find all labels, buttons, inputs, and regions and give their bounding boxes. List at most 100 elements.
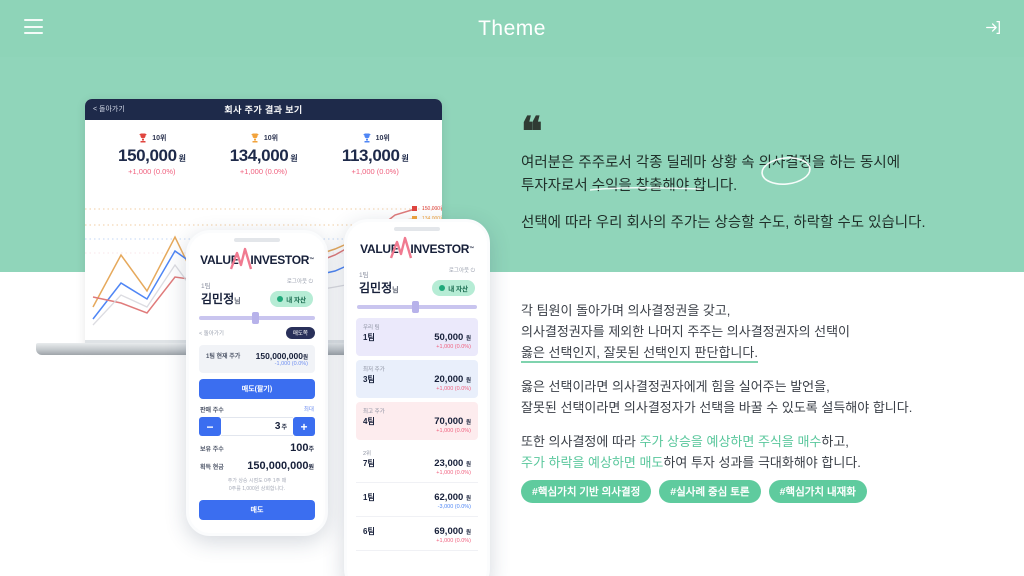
user-name: 김민정님 xyxy=(359,281,399,295)
account-row: 1팀 김민정님 로그아웃 ⏻ 내 자산 xyxy=(347,256,487,296)
stat-delta: +1,000 (0.0%) xyxy=(239,167,288,176)
increment-button[interactable]: + xyxy=(293,417,315,436)
row-team: 7팀 xyxy=(363,459,375,468)
row-amount: 70,000 원 xyxy=(434,416,471,427)
logo-text-investor: INVESTOR xyxy=(410,242,470,256)
my-asset-button[interactable]: 내 자산 xyxy=(432,280,475,296)
row-amount: 20,000 원 xyxy=(434,374,471,385)
app-logo: VALUE INVESTOR ™ xyxy=(189,247,325,270)
decrement-button[interactable]: − xyxy=(199,417,221,436)
body-paragraph-1: 각 팀원이 돌아가며 의사결정권을 갖고, 의사결정권자를 제외한 나머지 주주… xyxy=(521,300,1011,364)
trophy-icon xyxy=(139,133,147,143)
account-actions: 로그아웃 ⏻ 내 자산 xyxy=(432,266,475,296)
logout-link[interactable]: 로그아웃 ⏻ xyxy=(432,266,475,275)
laptop-stats-row: 10위 150,000 원 +1,000 (0.0%) 10위 134,000 원 … xyxy=(85,120,442,182)
list-item[interactable]: 우리 팀 1팀 50,000 원 +1,000 (0.0%) xyxy=(356,318,478,356)
logout-link[interactable]: 로그아웃 ⏻ xyxy=(270,277,313,286)
progress-slider[interactable] xyxy=(357,301,477,313)
row-amount: 23,000 원 xyxy=(434,458,471,469)
tag-chip[interactable]: #핵심가치 기반 의사결정 xyxy=(521,480,652,503)
list-item[interactable]: 최고 주가 4팀 70,000 원 +1,000 (0.0%) xyxy=(356,402,478,440)
list-item[interactable]: 최저 주가 3팀 20,000 원 +1,000 (0.0%) xyxy=(356,360,478,398)
tag-chip[interactable]: #핵심가치 내재화 xyxy=(768,480,867,503)
body-line-2: 의사결정권자를 제외한 나머지 주주는 의사결정권자의 선택이 xyxy=(521,324,851,340)
stat-price: 113,000 원 xyxy=(341,146,409,165)
account-info: 1팀 김민정님 xyxy=(201,280,241,307)
list-item[interactable]: 2위 7팀 23,000 원 +1,000 (0.0%) xyxy=(356,444,478,483)
slider-knob[interactable] xyxy=(412,301,420,313)
row-main: 1팀 62,000 원 xyxy=(363,492,471,503)
body-highlight-2: 주가 하락을 예상하면 매도 xyxy=(521,455,664,471)
row-main: 6팀 69,000 원 xyxy=(363,526,471,537)
hamburger-menu-icon[interactable] xyxy=(24,19,43,34)
row-team: 4팀 xyxy=(363,417,375,426)
row-main: 4팀 70,000 원 xyxy=(363,416,471,427)
cash-value: 150,000,000원 xyxy=(247,460,314,472)
progress-slider[interactable] xyxy=(199,312,315,324)
quote-paragraph-2: 선택에 따라 우리 회사의 주가는 상승할 수도, 하락할 수도 있습니다. xyxy=(521,212,1001,235)
quantity-stepper[interactable]: − 3주 + xyxy=(199,417,315,436)
cash-row: 획득 현금 150,000,000원 xyxy=(189,454,325,472)
row-team: 3팀 xyxy=(363,375,375,384)
helper-note-line1: 주가 상승 시점도 0주 1주 때 xyxy=(227,478,287,484)
current-price-values: 150,000,000원 -1,000 (0.0%) xyxy=(256,351,308,367)
my-asset-button[interactable]: 내 자산 xyxy=(270,291,313,307)
body-text-block: 각 팀원이 돌아가며 의사결정권을 갖고, 의사결정권자를 제외한 나머지 주주… xyxy=(521,300,1011,473)
account-info: 1팀 김민정님 xyxy=(359,269,399,296)
quantity-label-row: 판매 주수 최대 xyxy=(189,399,325,414)
sell-action-button[interactable]: 매도(팔기) xyxy=(199,379,315,399)
row-delta: +1,000 (0.0%) xyxy=(436,538,471,544)
user-name: 김민정님 xyxy=(201,292,241,306)
row-main: 3팀 20,000 원 xyxy=(363,374,471,385)
helper-note: 주가 상승 시점도 0주 1주 때 0주를 1,000원 상회합니다. xyxy=(189,472,325,493)
tag-chip[interactable]: #실사례 중심 토론 xyxy=(659,480,761,503)
quote-line-1: 여러분은 주주로서 각종 딜레마 상황 속 의사결정을 하는 동시에 xyxy=(521,155,901,171)
sub-back-link[interactable]: < 돌아가기 xyxy=(199,329,224,337)
rank-label: 10위 xyxy=(263,135,279,142)
laptop-header: < 돌아가기 회사 주가 결과 보기 xyxy=(85,99,442,120)
row-amount: 69,000 원 xyxy=(434,526,471,537)
phone1-screen: VALUE INVESTOR ™ 1팀 김민정님 로그아웃 ⏻ 내 자산 < 돌… xyxy=(189,233,325,533)
content-column: ❝ 여러분은 주주로서 각종 딜레마 상황 속 의사결정을 하는 동시에 투자자… xyxy=(516,0,1024,576)
list-item[interactable]: 1팀 62,000 원 -3,000 (0.0%) xyxy=(356,487,478,517)
sell-tab-pill[interactable]: 매도쪽 xyxy=(285,327,315,339)
current-price-label: 1팀 현재 주가 xyxy=(206,354,241,360)
row-caption: 최고 주가 xyxy=(363,409,385,415)
phone2-screen: VALUE INVESTOR ™ 1팀 김민정님 로그아웃 ⏻ 내 자산 우리 … xyxy=(347,222,487,576)
chart-label-1: 150,000원 xyxy=(422,205,442,212)
list-item[interactable]: 6팀 69,000 원 +1,000 (0.0%) xyxy=(356,521,478,551)
logo-tm: ™ xyxy=(469,246,474,252)
laptop-back-link[interactable]: < 돌아가기 xyxy=(93,104,125,114)
app-logo: VALUE INVESTOR ™ xyxy=(347,236,487,259)
row-caption: 2위 xyxy=(363,451,372,457)
rank-group: 10위 xyxy=(211,132,317,144)
laptop-stat-2: 10위 134,000 원 +1,000 (0.0%) xyxy=(211,132,317,176)
row-delta: -3,000 (0.0%) xyxy=(437,504,471,510)
body-highlight-1: 주가 상승을 예상하면 주식을 매수 xyxy=(639,434,822,450)
phone-device-1: VALUE INVESTOR ™ 1팀 김민정님 로그아웃 ⏻ 내 자산 < 돌… xyxy=(186,230,328,536)
current-price-value: 150,000,000원 xyxy=(255,351,308,361)
row-delta: +1,000 (0.0%) xyxy=(436,386,471,392)
asset-dot-icon xyxy=(439,285,446,291)
account-row: 1팀 김민정님 로그아웃 ⏻ 내 자산 xyxy=(189,267,325,307)
rank-label: 10위 xyxy=(152,135,167,142)
slider-knob[interactable] xyxy=(252,312,260,324)
body-line-5: 잘못된 선택이라면 의사결정자가 선택을 바꿀 수 있도록 설득해야 합니다. xyxy=(521,400,913,416)
quote-mark-icon: ❝ xyxy=(521,109,542,154)
quantity-value[interactable]: 3주 xyxy=(221,417,293,436)
rank-label: 10위 xyxy=(375,135,390,142)
laptop-title: 회사 주가 결과 보기 xyxy=(224,105,303,115)
quote-paragraph-1: 여러분은 주주로서 각종 딜레마 상황 속 의사결정을 하는 동시에 투자자로서… xyxy=(521,152,1001,198)
body-paragraph-3: 또한 의사결정에 따라 주가 상승을 예상하면 주식을 매수하고, 주가 하락을… xyxy=(521,431,1011,473)
row-amount: 50,000 원 xyxy=(434,332,471,343)
trophy-icon xyxy=(363,133,371,143)
confirm-sell-button[interactable]: 매도 xyxy=(199,500,315,520)
rank-group: 10위 xyxy=(322,132,428,144)
row-amount: 62,000 원 xyxy=(434,492,471,503)
current-price-box: 1팀 현재 주가 150,000,000원 -1,000 (0.0%) xyxy=(199,345,315,373)
body-paragraph-2: 옳은 선택이라면 의사결정권자에게 힘을 실어주는 발언을, 잘못된 선택이라면… xyxy=(521,376,1011,418)
current-price-delta: -1,000 (0.0%) xyxy=(274,361,308,367)
team-label: 1팀 xyxy=(359,272,369,279)
quantity-max-link[interactable]: 최대 xyxy=(304,405,314,414)
logo-tm: ™ xyxy=(309,257,314,263)
